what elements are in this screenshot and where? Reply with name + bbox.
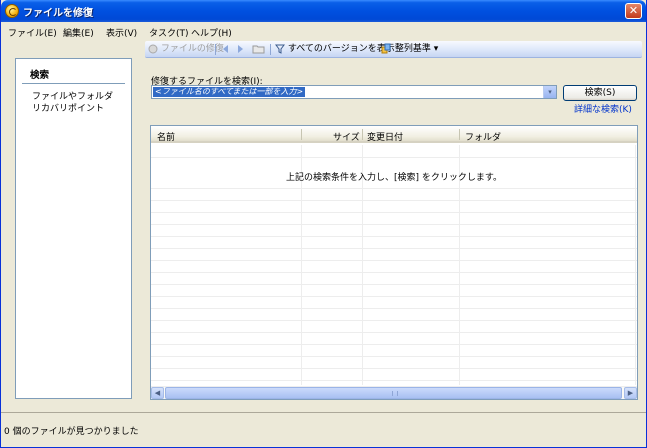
grid-line bbox=[151, 368, 637, 369]
repair-files-button[interactable]: ファイルの修復 bbox=[148, 43, 224, 55]
scroll-left-button[interactable]: ◀ bbox=[151, 387, 164, 399]
search-combobox[interactable]: <ファイル名のすべてまたは一部を入力> ▾ bbox=[151, 85, 557, 99]
advanced-search-link[interactable]: 詳細な検索(K) bbox=[574, 102, 632, 115]
grid-line bbox=[151, 332, 637, 333]
grid-line bbox=[151, 356, 637, 357]
sort-by-label: 整列基準 bbox=[394, 44, 431, 54]
sort-by-button[interactable]: 整列基準 ▾ bbox=[381, 43, 438, 55]
chevron-down-icon: ▾ bbox=[548, 88, 552, 96]
scroll-right-button[interactable]: ▶ bbox=[624, 387, 637, 399]
scrollbar-thumb[interactable] bbox=[165, 387, 622, 399]
close-button[interactable]: ✕ bbox=[625, 3, 642, 19]
sort-icon bbox=[381, 43, 391, 54]
column-header-name[interactable]: 名前 bbox=[157, 130, 175, 143]
menu-help[interactable]: ヘルプ(H) bbox=[191, 26, 232, 39]
up-folder-button[interactable] bbox=[252, 43, 265, 55]
repair-files-window: ファイルを修復 ✕ ファイル(E) 編集(E) 表示(V) タスク(T) ヘルプ… bbox=[0, 0, 647, 448]
grid-line bbox=[151, 272, 637, 273]
grid-line bbox=[151, 308, 637, 309]
column-header-folder[interactable]: フォルダ bbox=[465, 130, 501, 143]
forward-button[interactable] bbox=[236, 43, 245, 55]
back-arrow-icon bbox=[223, 44, 228, 53]
grid-line bbox=[151, 260, 637, 261]
show-all-versions-label: すべてのバージョンを表示 bbox=[287, 44, 395, 54]
column-header-modified[interactable]: 変更日付 bbox=[367, 130, 403, 143]
close-icon: ✕ bbox=[628, 4, 639, 17]
repair-icon bbox=[148, 44, 158, 53]
forward-arrow-icon bbox=[238, 44, 243, 53]
grid-line bbox=[151, 248, 637, 249]
grid-line bbox=[151, 320, 637, 321]
scroll-left-icon: ◀ bbox=[154, 389, 161, 397]
menu-bar: ファイル(E) 編集(E) 表示(V) タスク(T) ヘルプ(H) bbox=[4, 23, 643, 41]
app-icon bbox=[5, 4, 19, 18]
grid-line bbox=[151, 236, 637, 237]
column-divider[interactable] bbox=[362, 129, 363, 140]
grid-line bbox=[151, 296, 637, 297]
column-divider[interactable] bbox=[301, 129, 302, 140]
title-bar[interactable]: ファイルを修復 ✕ bbox=[1, 0, 646, 22]
window-title: ファイルを修復 bbox=[23, 8, 93, 19]
column-divider[interactable] bbox=[459, 129, 460, 140]
sidebar-divider bbox=[22, 83, 125, 84]
toolbar-separator bbox=[215, 44, 216, 55]
menu-edit[interactable]: 編集(E) bbox=[63, 26, 94, 39]
grid-line bbox=[151, 344, 637, 345]
grid-line bbox=[151, 200, 637, 201]
toolbar: ファイルの修復 すべてのバージョンを表示 整列基準 ▾ bbox=[145, 41, 642, 58]
search-sidebar: 検索 ファイルやフォルダ リカバリポイント bbox=[15, 58, 132, 399]
menu-file[interactable]: ファイル(E) bbox=[8, 26, 57, 39]
grid-line bbox=[151, 380, 637, 381]
grid-line bbox=[151, 212, 637, 213]
status-text: 0 個のファイルが見つかりました bbox=[4, 427, 139, 437]
results-list[interactable]: 名前 サイズ 変更日付 フォルダ 上記の検索条件を入力し、[検索] をクリックし… bbox=[150, 125, 638, 400]
status-bar: 0 個のファイルが見つかりました bbox=[1, 412, 646, 447]
dropdown-arrow-icon: ▾ bbox=[433, 44, 439, 54]
toolbar-separator bbox=[270, 44, 271, 55]
column-header-size[interactable]: サイズ bbox=[333, 130, 360, 143]
grid-line bbox=[151, 188, 637, 189]
scroll-right-icon: ▶ bbox=[627, 389, 634, 397]
horizontal-scrollbar[interactable]: ◀ ▶ bbox=[151, 386, 637, 399]
search-button[interactable]: 検索(S) bbox=[563, 85, 637, 101]
sidebar-item-recovery-points[interactable]: リカバリポイント bbox=[32, 101, 104, 114]
filter-icon bbox=[275, 44, 285, 54]
grid-line bbox=[151, 157, 637, 158]
sidebar-header: 検索 bbox=[30, 70, 50, 81]
back-button[interactable] bbox=[221, 43, 230, 55]
folder-icon bbox=[252, 45, 265, 53]
combo-dropdown-button[interactable]: ▾ bbox=[543, 86, 556, 98]
grid-line bbox=[151, 224, 637, 225]
list-header: 名前 サイズ 変更日付 フォルダ bbox=[151, 126, 637, 143]
menu-view[interactable]: 表示(V) bbox=[106, 26, 137, 39]
scrollbar-grip bbox=[392, 391, 398, 396]
menu-tasks[interactable]: タスク(T) bbox=[149, 26, 189, 39]
grid-line bbox=[151, 284, 637, 285]
empty-results-message: 上記の検索条件を入力し、[検索] をクリックします。 bbox=[286, 173, 502, 183]
show-all-versions-button[interactable]: すべてのバージョンを表示 bbox=[275, 43, 395, 55]
search-input[interactable]: <ファイル名のすべてまたは一部を入力> bbox=[153, 87, 306, 97]
